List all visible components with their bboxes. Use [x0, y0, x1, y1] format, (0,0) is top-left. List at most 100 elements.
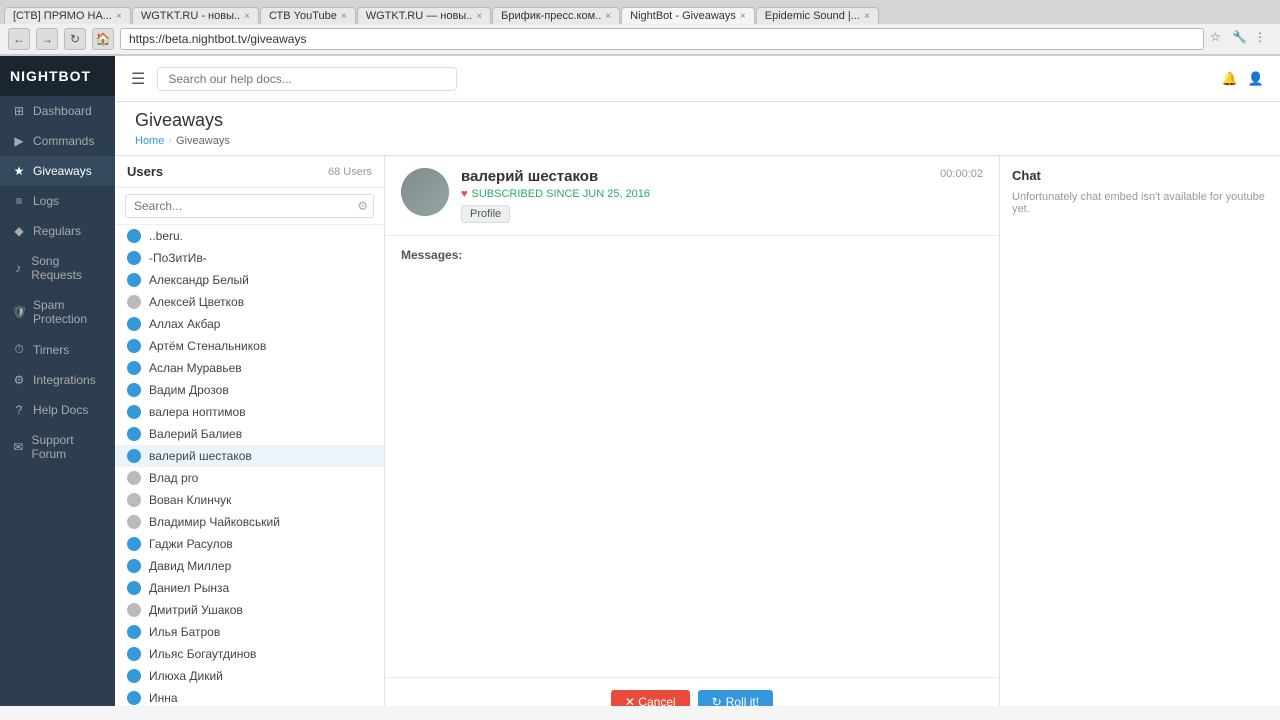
user-name: Влад pro — [149, 471, 198, 485]
user-item[interactable]: Вован Клинчук — [115, 489, 384, 511]
detail-info: валерий шестаков ♥ SUBSCRIBED SINCE JUN … — [461, 168, 928, 223]
browser-tab-7[interactable]: Epidemic Sound |...× — [756, 7, 879, 24]
user-name: валерий шестаков — [149, 449, 252, 463]
app-wrapper: NIGHTBOT ⊞ Dashboard ▶ Commands ★ Giveaw… — [0, 56, 1280, 706]
tab-close-4[interactable]: × — [476, 11, 482, 22]
dashboard-icon: ⊞ — [12, 104, 26, 118]
tab-close-3[interactable]: × — [341, 11, 347, 22]
browser-tab-1[interactable]: [СТВ] ПРЯМО НА...× — [4, 7, 131, 24]
notification-icon[interactable]: 🔔 — [1222, 71, 1238, 87]
refresh-button[interactable]: ↻ — [64, 28, 86, 50]
sidebar-label-support-forum: Support Forum — [32, 433, 104, 461]
sidebar-label-integrations: Integrations — [33, 373, 96, 387]
user-item[interactable]: Вадим Дрозов — [115, 379, 384, 401]
breadcrumb: Home › Giveaways — [135, 135, 1260, 147]
user-item[interactable]: валера ноптимов — [115, 401, 384, 423]
browser-tab-3[interactable]: СТВ YouTube× — [260, 7, 356, 24]
browser-tabs: [СТВ] ПРЯМО НА...× WGTKT.RU - новы..× СТ… — [0, 0, 1280, 24]
user-item[interactable]: -ПоЗитИв- — [115, 247, 384, 269]
profile-button[interactable]: Profile — [461, 205, 510, 223]
browser-tab-6[interactable]: NightBot - Giveaways× — [621, 7, 755, 24]
user-dot — [127, 691, 141, 705]
integrations-icon: ⚙ — [12, 373, 26, 387]
user-item[interactable]: ..beru. — [115, 225, 384, 247]
sidebar-item-giveaways[interactable]: ★ Giveaways — [0, 156, 115, 186]
user-dot — [127, 537, 141, 551]
topbar-right: 🔔 👤 — [1222, 71, 1264, 87]
user-dot — [127, 493, 141, 507]
user-item[interactable]: Александр Белый — [115, 269, 384, 291]
extension-icon[interactable]: 🔧 — [1232, 30, 1250, 48]
home-button[interactable]: 🏠 — [92, 28, 114, 50]
sidebar-label-giveaways: Giveaways — [33, 164, 92, 178]
users-title: Users — [127, 164, 163, 179]
chat-unavailable-text: Unfortunately chat embed isn't available… — [1012, 191, 1268, 215]
sidebar-item-song-requests[interactable]: ♪ Song Requests — [0, 246, 115, 290]
user-item[interactable]: Илья Батров — [115, 621, 384, 643]
sidebar-item-logs[interactable]: ≡ Logs — [0, 186, 115, 216]
user-dot — [127, 317, 141, 331]
user-dot — [127, 471, 141, 485]
user-dot — [127, 449, 141, 463]
sidebar-item-timers[interactable]: ⏱ Timers — [0, 334, 115, 365]
sidebar-logo: NIGHTBOT — [0, 56, 115, 96]
user-dot — [127, 559, 141, 573]
user-item[interactable]: Аллах Акбар — [115, 313, 384, 335]
user-item[interactable]: Дмитрий Ушаков — [115, 599, 384, 621]
user-dot — [127, 295, 141, 309]
sidebar-item-spam-protection[interactable]: 🛡 Spam Protection — [0, 290, 115, 334]
user-item[interactable]: Гаджи Расулов — [115, 533, 384, 555]
user-avatar[interactable]: 👤 — [1248, 71, 1264, 87]
browser-tab-5[interactable]: Брифик-пресс.ком..× — [492, 7, 620, 24]
tab-close-1[interactable]: × — [116, 11, 122, 22]
cancel-button[interactable]: ✕ Cancel — [611, 690, 690, 706]
user-dot — [127, 273, 141, 287]
tab-close-2[interactable]: × — [244, 11, 250, 22]
sidebar-item-help-docs[interactable]: ? Help Docs — [0, 395, 115, 425]
user-item[interactable]: Влад pro — [115, 467, 384, 489]
help-search-input[interactable] — [157, 67, 457, 91]
user-name: Давид Миллер — [149, 559, 231, 573]
sidebar-item-dashboard[interactable]: ⊞ Dashboard — [0, 96, 115, 126]
chat-title: Chat — [1012, 168, 1268, 183]
back-button[interactable]: ← — [8, 28, 30, 50]
detail-actions: ✕ Cancel ↻ Roll it! — [385, 677, 999, 706]
user-item[interactable]: валерий шестаков — [115, 445, 384, 467]
bookmark-icon[interactable]: ☆ — [1210, 30, 1228, 48]
breadcrumb-home-link[interactable]: Home — [135, 135, 164, 147]
menu-toggle-icon[interactable]: ☰ — [131, 69, 145, 89]
user-item[interactable]: Алексей Цветков — [115, 291, 384, 313]
giveaways-icon: ★ — [12, 164, 26, 178]
user-item[interactable]: Даниел Рынза — [115, 577, 384, 599]
user-item[interactable]: Илюха Дикий — [115, 665, 384, 687]
browser-tab-2[interactable]: WGTKT.RU - новы..× — [132, 7, 259, 24]
sidebar-item-support-forum[interactable]: ✉ Support Forum — [0, 425, 115, 469]
sidebar-item-regulars[interactable]: ◆ Regulars — [0, 216, 115, 246]
menu-icon[interactable]: ⋮ — [1254, 30, 1272, 48]
users-search-input[interactable] — [125, 194, 374, 218]
user-item[interactable]: Валерий Балиев — [115, 423, 384, 445]
address-bar[interactable] — [120, 28, 1204, 50]
detail-avatar — [401, 168, 449, 216]
user-item[interactable]: Ильяс Богаутдинов — [115, 643, 384, 665]
tab-close-7[interactable]: × — [864, 11, 870, 22]
tab-close-6[interactable]: × — [740, 11, 746, 22]
sidebar-label-commands: Commands — [33, 134, 94, 148]
search-icon[interactable]: ⚙ — [357, 199, 368, 213]
tab-close-5[interactable]: × — [605, 11, 611, 22]
user-item[interactable]: Давид Миллер — [115, 555, 384, 577]
browser-toolbar: ← → ↻ 🏠 ☆ 🔧 ⋮ — [0, 24, 1280, 55]
page-title: Giveaways — [135, 110, 1260, 131]
user-item[interactable]: Инна — [115, 687, 384, 706]
user-dot — [127, 229, 141, 243]
user-item[interactable]: Артём Стенальников — [115, 335, 384, 357]
sidebar-item-integrations[interactable]: ⚙ Integrations — [0, 365, 115, 395]
forward-button[interactable]: → — [36, 28, 58, 50]
user-item[interactable]: Аслан Муравьев — [115, 357, 384, 379]
user-dot — [127, 405, 141, 419]
browser-tab-4[interactable]: WGTKT.RU — новы..× — [357, 7, 491, 24]
roll-button[interactable]: ↻ Roll it! — [698, 690, 773, 706]
user-item[interactable]: Владимир Чайковський — [115, 511, 384, 533]
user-name: Аслан Муравьев — [149, 361, 242, 375]
sidebar-item-commands[interactable]: ▶ Commands — [0, 126, 115, 156]
